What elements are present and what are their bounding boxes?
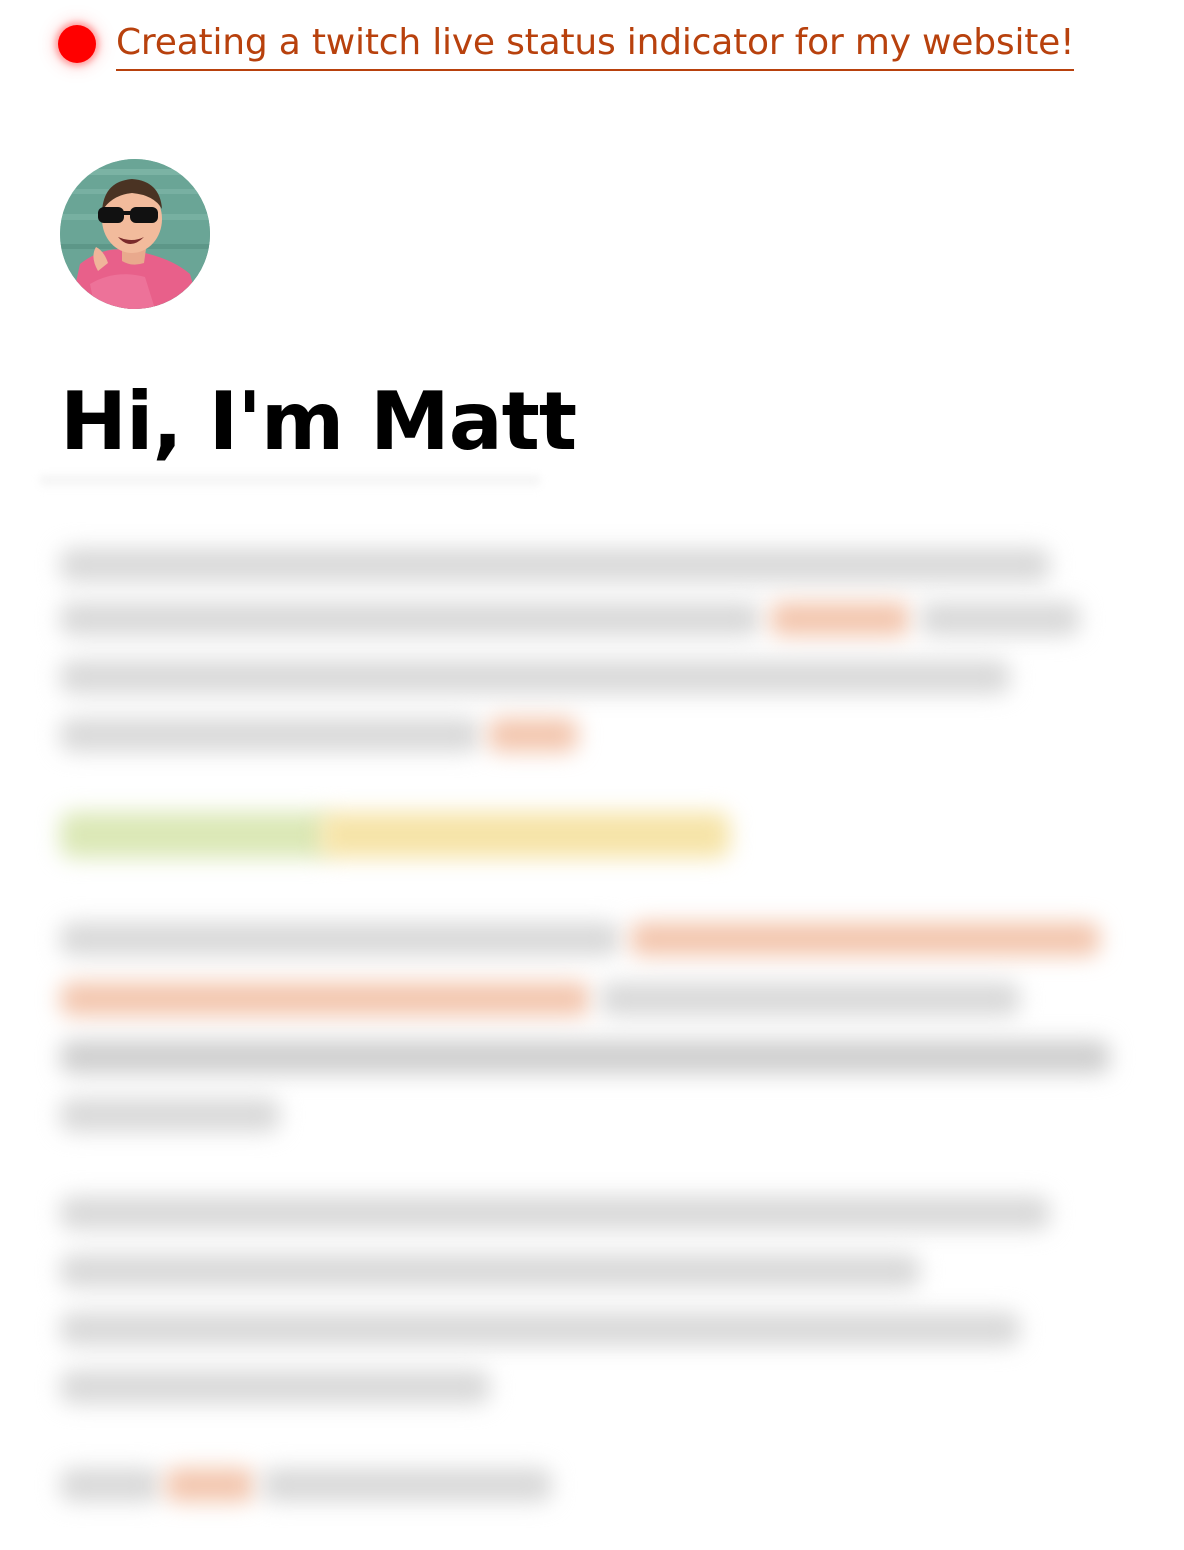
- blurred-line: [600, 982, 1020, 1016]
- blurred-line: [60, 548, 1050, 582]
- blurred-line: [60, 1196, 1050, 1230]
- live-status-indicator: Creating a twitch live status indicator …: [58, 17, 1075, 71]
- blurred-line: [60, 1098, 280, 1132]
- blurred-line: [60, 1312, 1020, 1346]
- page-title: Hi, I'm Matt: [60, 375, 577, 468]
- blurred-line: [60, 1040, 1110, 1074]
- blurred-line: [60, 660, 1010, 694]
- blurred-link: [165, 1468, 255, 1502]
- blurred-link: [488, 718, 578, 752]
- profile-photo-icon: [60, 159, 210, 309]
- blurred-link: [770, 602, 910, 636]
- blurred-line: [60, 1254, 920, 1288]
- blurred-highlight: [60, 812, 330, 858]
- live-stream-link[interactable]: Creating a twitch live status indicator …: [116, 17, 1075, 71]
- blurred-line: [60, 602, 760, 636]
- blurred-link: [60, 982, 590, 1016]
- blurred-highlight: [320, 812, 730, 858]
- blurred-line: [60, 922, 620, 956]
- blurred-line: [60, 1370, 490, 1404]
- avatar: [60, 159, 210, 309]
- blurred-line: [920, 602, 1080, 636]
- blurred-line: [262, 1468, 552, 1502]
- live-dot-icon: [58, 25, 96, 63]
- blurred-link: [630, 922, 1100, 956]
- blurred-line: [60, 718, 480, 752]
- blurred-line: [60, 1468, 160, 1502]
- title-fade: [40, 476, 540, 490]
